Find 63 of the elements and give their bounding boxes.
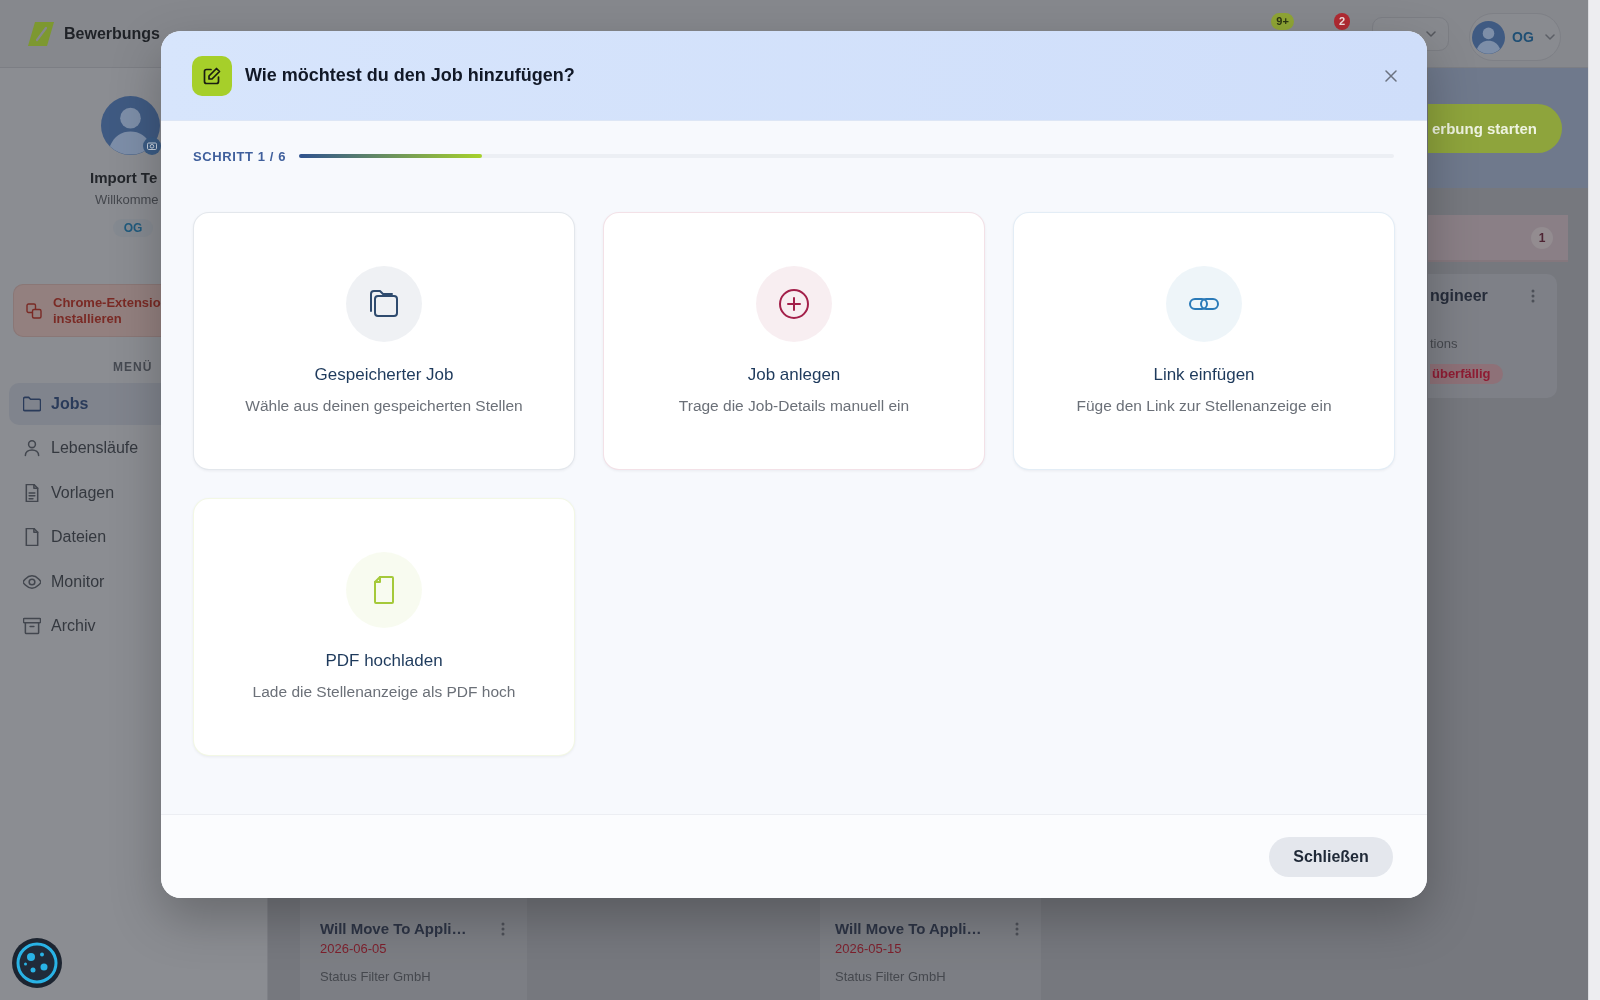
folder-icon — [23, 395, 41, 413]
chevron-down-icon — [1544, 34, 1555, 40]
sidebar-nav-item[interactable]: Lebensläufe — [9, 427, 161, 470]
job-date: 2026-06-05 — [320, 940, 387, 958]
job-title: Will Move To Appli… — [835, 919, 982, 939]
cookie-icon[interactable] — [12, 938, 62, 988]
user-avatar — [101, 96, 160, 155]
option-card[interactable]: Gespeicherter Job Wähle aus deinen gespeicherten Stellen — [193, 212, 575, 470]
option-title: Link einfügen — [1153, 364, 1255, 386]
option-card[interactable]: Link einfügen Füge den Link zur Stellenanzeige ein — [1013, 212, 1395, 470]
company-name: Status Filter GmbH — [320, 968, 431, 986]
initials-badge: OG — [113, 219, 153, 237]
extension-banner[interactable]: Chrome-Extensio installieren — [13, 284, 161, 337]
kebab-menu-icon[interactable] — [1531, 289, 1535, 303]
extension-link[interactable]: Chrome-Extensio installieren — [53, 294, 161, 327]
close-icon[interactable] — [1385, 69, 1397, 82]
start-button[interactable]: erbung starten — [1428, 104, 1562, 153]
kebab-menu-icon[interactable] — [1015, 922, 1019, 936]
notification-badge: 9+ — [1271, 13, 1294, 30]
notification-badge: 2 — [1333, 13, 1350, 30]
logo-text[interactable]: Bewerbungs — [64, 23, 160, 45]
document-icon — [23, 528, 41, 547]
close-button[interactable]: Schließen — [1269, 836, 1393, 877]
menu-heading: MENÜ — [113, 360, 153, 374]
job-card[interactable]: Will Move To Appli… 2026-05-15 Status Filter GmbH — [820, 898, 1041, 1000]
option-description: Lade die Stellenanzeige als PDF hoch — [252, 682, 516, 702]
step-label: SCHRITT 1 / 6 — [193, 148, 287, 164]
job-card[interactable]: Will Move To Appli… 2026-06-05 Status Filter GmbH — [300, 898, 527, 1000]
sidebar-nav-item[interactable]: Dateien — [9, 516, 161, 559]
option-title: PDF hochladen — [325, 650, 443, 672]
profile-greeting: Willkomme — [95, 191, 159, 209]
edit-icon — [192, 55, 232, 96]
option-title: Gespeicherter Job — [314, 364, 454, 386]
job-title: ngineer — [1430, 286, 1488, 306]
user-menu-button[interactable]: OG — [1469, 13, 1561, 61]
dialog-title: Wie möchtest du den Job hinzufügen? — [245, 65, 575, 86]
option-card[interactable]: Job anlegen Trage die Job-Details manuell ein — [603, 212, 985, 470]
status-tag: überfällig — [1430, 364, 1503, 384]
archive-box-icon — [23, 616, 41, 635]
sidebar-nav-item[interactable]: Archiv — [9, 604, 161, 647]
profile-name: Import Te — [90, 168, 158, 188]
user-icon — [23, 439, 41, 458]
camera-icon[interactable] — [143, 137, 161, 155]
option-description: Wähle aus deinen gespeicherten Stellen — [245, 396, 523, 416]
chevron-down-icon — [1426, 31, 1436, 37]
sidebar-nav-item[interactable]: Vorlagen — [9, 471, 161, 514]
document-text-icon — [23, 483, 41, 502]
option-description: Trage die Job-Details manuell ein — [678, 396, 910, 416]
logo-icon[interactable] — [28, 22, 54, 46]
sidebar-nav-item[interactable]: Monitor — [9, 560, 161, 603]
user-avatar — [1472, 20, 1505, 54]
squares-icon — [26, 302, 42, 319]
company-name: Status Filter GmbH — [835, 968, 946, 986]
option-card[interactable]: PDF hochladen Lade die Stellenanzeige als PDF hoch — [193, 498, 575, 756]
option-description: Füge den Link zur Stellenanzeige ein — [1076, 396, 1332, 416]
job-date: 2026-05-15 — [835, 940, 902, 958]
eye-icon — [23, 572, 41, 591]
job-title: Will Move To Appli… — [320, 919, 467, 939]
count-badge: 1 — [1531, 226, 1553, 249]
option-title: Job anlegen — [747, 364, 841, 386]
kebab-menu-icon[interactable] — [501, 922, 505, 936]
scrollbar[interactable] — [1588, 0, 1600, 1000]
sidebar-nav-item[interactable]: Jobs — [9, 383, 161, 425]
